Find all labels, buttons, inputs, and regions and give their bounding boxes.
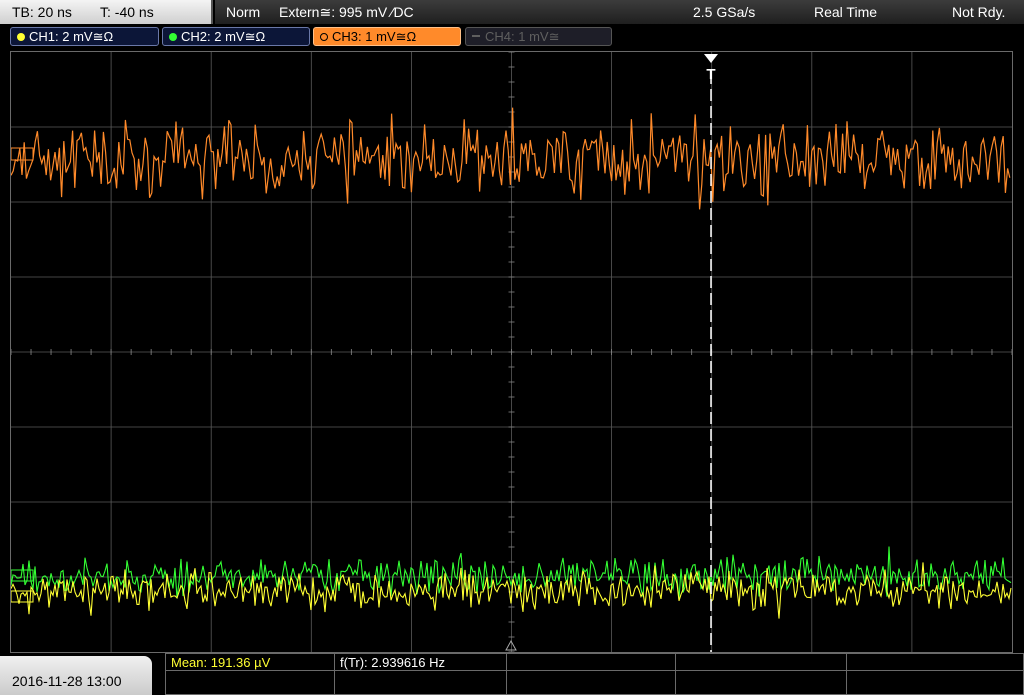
measurement-slot-9[interactable] bbox=[675, 670, 847, 695]
measurement-slot-7[interactable] bbox=[334, 670, 507, 695]
measurement-slot-6[interactable] bbox=[165, 670, 335, 695]
measurement-slot-8[interactable] bbox=[506, 670, 676, 695]
oscilloscope-screen: TB: 20 ns T: -40 ns Norm Extern≅: 995 mV… bbox=[0, 0, 1024, 695]
measurement-mean[interactable]: Mean: 191.36 µV bbox=[165, 653, 335, 671]
measurement-slot-10[interactable] bbox=[846, 670, 1024, 695]
measurement-bar: Mean: 191.36 µV f(Tr): 2.939616 Hz bbox=[165, 653, 1024, 695]
measurement-slot-3[interactable] bbox=[506, 653, 676, 671]
date-time-display: 2016-11-28 13:00 bbox=[0, 656, 152, 695]
measurement-frequency[interactable]: f(Tr): 2.939616 Hz bbox=[334, 653, 507, 671]
graticule-frame bbox=[10, 51, 1013, 653]
measurement-slot-4[interactable] bbox=[675, 653, 847, 671]
measurement-slot-5[interactable] bbox=[846, 653, 1024, 671]
